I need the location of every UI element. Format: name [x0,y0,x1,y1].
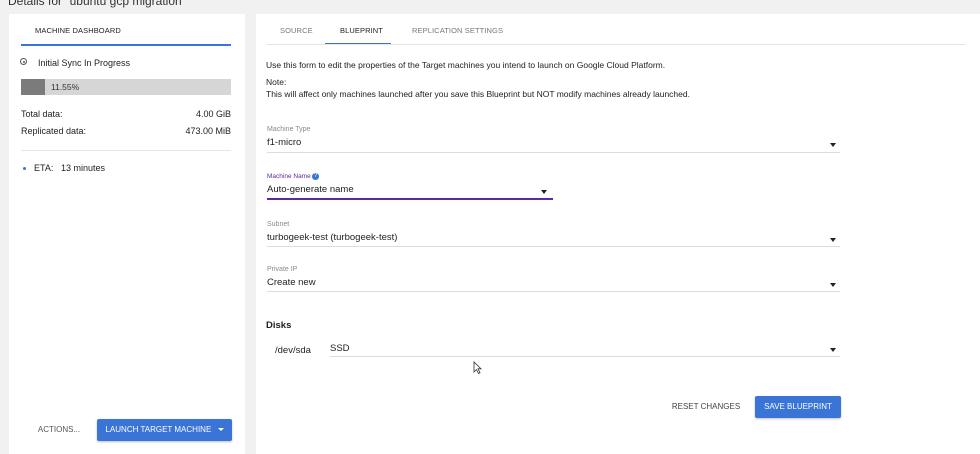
tab-source[interactable]: SOURCE [280,26,313,35]
chevron-down-icon[interactable] [830,238,836,242]
mouse-cursor-icon [473,361,482,374]
note-title: Note: [266,77,287,87]
chevron-down-icon[interactable] [541,190,547,194]
total-data-label: Total data: [21,109,63,119]
note-body: This will affect only machines launched … [266,89,690,99]
tab-machine-dashboard[interactable]: MACHINE DASHBOARD [35,26,121,35]
progress-fill [21,79,46,95]
machine-dashboard-panel: MACHINE DASHBOARD Initial Sync In Progre… [9,14,245,454]
page-title: Details for "ubuntu gcp migration" [8,0,186,8]
blueprint-panel: SOURCE BLUEPRINT REPLICATION SETTINGS Us… [256,14,980,454]
help-icon[interactable]: ? [312,173,319,180]
private-ip-select[interactable]: Create new [267,277,316,288]
replicated-data-label: Replicated data: [21,126,87,136]
private-ip-label: Private IP [267,266,298,273]
disk-type-select[interactable]: SSD [330,343,350,354]
bullet-icon [23,167,26,170]
total-data-value: 4.00 GiB [195,109,231,119]
dropdown-caret-icon [217,428,224,432]
sync-status: Initial Sync In Progress [38,58,131,68]
actions-button[interactable]: ACTIONS... [31,419,87,441]
progress-label: 11.55% [51,82,80,92]
reset-changes-button[interactable]: RESET CHANGES [668,396,744,418]
eta-label: ETA: [34,163,54,173]
machine-type-label: Machine Type [267,126,311,133]
progress-bar: 11.55% [21,79,231,95]
disk-type-underline [330,356,840,357]
subnet-label: Subnet [267,221,290,228]
private-ip-underline [267,291,840,292]
tab-underline [21,44,231,46]
radio-indicator-icon [20,58,27,65]
launch-target-machine-button[interactable]: LAUNCH TARGET MACHINE [97,419,232,441]
machine-name-label: Machine Name [267,173,311,180]
disk-device: /dev/sda [275,345,311,356]
eta-value: 13 minutes [61,163,106,173]
machine-name-select[interactable]: Auto-generate name [267,184,354,195]
launch-label: LAUNCH TARGET MACHINE [105,425,212,434]
disks-heading: Disks [266,320,292,331]
tabs-divider [266,44,966,45]
divider [21,150,231,151]
tab-replication-settings[interactable]: REPLICATION SETTINGS [412,26,503,35]
chevron-down-icon[interactable] [830,143,836,147]
machine-type-select[interactable]: f1-micro [267,137,301,148]
subnet-underline [267,246,840,247]
machine-name-underline [267,198,553,200]
tab-blueprint[interactable]: BLUEPRINT [340,26,383,35]
replicated-data-value: 473.00 MiB [185,126,231,136]
blueprint-intro: Use this form to edit the properties of … [266,60,666,70]
subnet-select[interactable]: turbogeek-test (turbogeek-test) [267,232,397,243]
save-blueprint-button[interactable]: SAVE BLUEPRINT [755,396,841,418]
machine-type-underline [267,152,840,153]
chevron-down-icon[interactable] [830,348,836,352]
chevron-down-icon[interactable] [830,283,836,287]
